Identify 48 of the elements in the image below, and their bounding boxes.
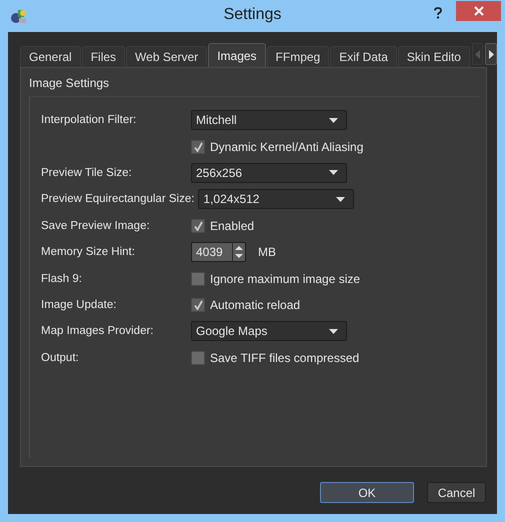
help-icon — [434, 6, 442, 18]
dropdown-arrow-icon — [329, 328, 338, 334]
checkbox-label[interactable]: Automatic reload — [210, 298, 300, 312]
tab[interactable]: Skin Edito — [398, 46, 470, 67]
dialog-button[interactable]: OK — [320, 482, 414, 503]
dropdown[interactable]: 1,024x512 — [198, 189, 354, 210]
checkbox[interactable] — [191, 140, 205, 154]
group-title: Image Settings — [29, 76, 110, 90]
field-label: Preview Equirectangular Size: — [41, 193, 194, 206]
unit-label: MB — [258, 245, 276, 260]
close-icon — [474, 6, 484, 16]
dialog-button[interactable]: Cancel — [427, 482, 486, 503]
window-title: Settings — [224, 6, 282, 24]
field-label: Flash 9: — [41, 272, 82, 285]
left-arrow-icon — [475, 50, 480, 58]
dropdown-arrow-icon — [329, 170, 338, 176]
field-label: Output: — [41, 352, 79, 364]
tab[interactable]: Web Server — [126, 46, 208, 67]
spin-arrows-icon — [235, 245, 243, 260]
checkbox[interactable] — [191, 218, 205, 233]
dropdown[interactable]: Google Maps — [191, 321, 347, 342]
checkbox[interactable] — [191, 272, 205, 286]
checkbox[interactable] — [191, 298, 205, 312]
checkbox-label[interactable]: Save TIFF files compressed — [210, 350, 360, 365]
dropdown-arrow-icon — [336, 196, 346, 202]
field-label: Save Preview Image: — [41, 220, 150, 232]
tab[interactable]: General — [20, 46, 81, 67]
close-button[interactable] — [456, 1, 501, 21]
field-label: Image Update: — [41, 298, 116, 311]
spin-box[interactable]: 4039 — [191, 242, 246, 262]
field-label: Preview Tile Size: — [41, 166, 132, 179]
dropdown[interactable]: Mitchell — [191, 110, 347, 130]
field-label: Map Images Provider: — [41, 325, 154, 338]
checkbox[interactable] — [191, 350, 205, 365]
checkbox-label[interactable]: Ignore maximum image size — [210, 272, 360, 286]
tab[interactable]: Files — [82, 46, 126, 67]
field-label: Interpolation Filter: — [41, 114, 136, 126]
scroll-right-button[interactable] — [485, 43, 497, 65]
tab[interactable]: Images — [208, 43, 266, 67]
field-label: Memory Size Hint: — [41, 246, 135, 258]
app-icon — [10, 7, 28, 25]
tab[interactable]: FFmpeg — [266, 46, 330, 67]
tab[interactable]: Exif Data — [330, 46, 397, 67]
checkbox-label[interactable]: Dynamic Kernel/Anti Aliasing — [210, 140, 364, 154]
right-arrow-icon — [488, 50, 494, 58]
dropdown[interactable]: 256x256 — [191, 162, 347, 183]
dropdown-arrow-icon — [329, 118, 338, 123]
checkbox-label[interactable]: Enabled — [210, 218, 254, 233]
